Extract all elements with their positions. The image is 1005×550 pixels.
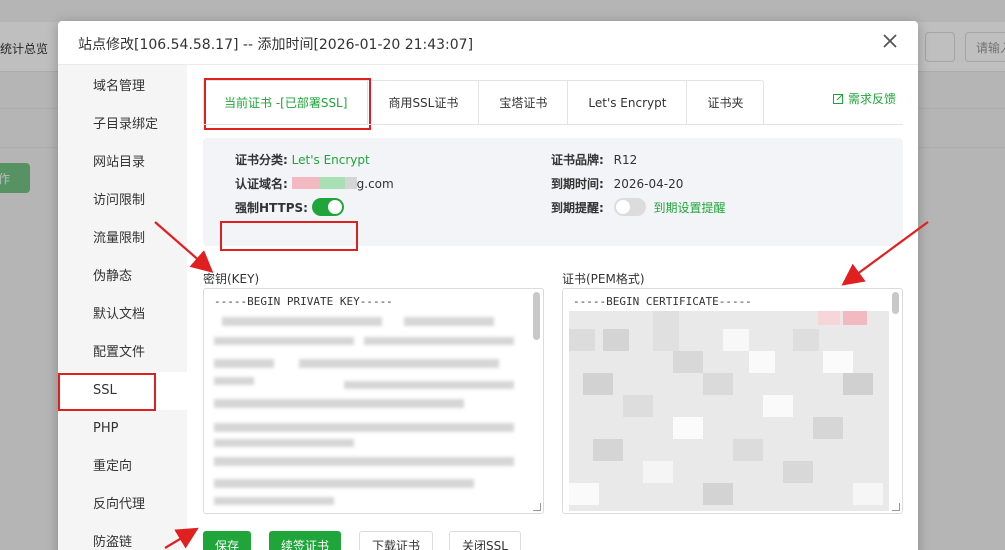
close-ssl-button[interactable]: 关闭SSL <box>449 531 521 550</box>
modal-title: 站点修改[106.54.58.17] -- 添加时间[2026-01-20 21… <box>78 37 474 53</box>
sidebar-item-traffic-limit[interactable]: 流量限制 <box>58 220 187 258</box>
highlight-box-force-https <box>220 221 358 251</box>
tab-lets-encrypt[interactable]: Let's Encrypt <box>568 81 688 125</box>
redacted-block <box>291 177 320 189</box>
force-https-row: 强制HTTPS: <box>235 198 344 216</box>
sidebar-item-subdir[interactable]: 子目录绑定 <box>58 106 187 144</box>
modal-header: 站点修改[106.54.58.17] -- 添加时间[2026-01-20 21… <box>58 21 918 65</box>
sidebar-item-php[interactable]: PHP <box>58 410 187 448</box>
cert-first-line: -----BEGIN CERTIFICATE----- <box>573 295 752 308</box>
expire-remind-label: 到期提醒: <box>551 201 604 215</box>
private-key-textarea[interactable]: -----BEGIN PRIVATE KEY----- <box>203 288 544 514</box>
cert-resize-handle[interactable] <box>892 503 900 511</box>
sidebar-item-ssl[interactable]: SSL <box>58 372 187 411</box>
tab-divider <box>203 124 903 125</box>
tab-current-cert[interactable]: 当前证书 -[已部署SSL] <box>204 78 372 130</box>
cert-field-label: 证书(PEM格式) <box>562 272 645 286</box>
key-resize-handle[interactable] <box>533 503 541 511</box>
redacted-block <box>344 177 357 189</box>
cert-category-row: 证书分类: Let's Encrypt <box>235 151 370 168</box>
cert-expire-row: 到期时间: 2026-04-20 <box>551 175 683 192</box>
save-button[interactable]: 保存 <box>203 531 252 550</box>
expire-remind-toggle[interactable] <box>613 198 646 216</box>
expire-remind-row: 到期提醒: 到期设置提醒 <box>551 198 725 216</box>
sidebar-item-hotlink[interactable]: 防盗链 <box>58 524 187 550</box>
force-https-toggle[interactable] <box>311 198 344 216</box>
site-edit-modal: 站点修改[106.54.58.17] -- 添加时间[2026-01-20 21… <box>58 21 918 550</box>
feedback-link[interactable]: 需求反馈 <box>833 90 896 107</box>
key-first-line: -----BEGIN PRIVATE KEY----- <box>214 295 393 308</box>
cert-scrollbar[interactable] <box>892 292 899 314</box>
expire-remind-link[interactable]: 到期设置提醒 <box>653 201 725 215</box>
sidebar-item-rewrite[interactable]: 伪静态 <box>58 258 187 296</box>
cert-brand-row: 证书品牌: R12 <box>551 151 637 168</box>
certificate-textarea[interactable]: -----BEGIN CERTIFICATE----- <box>562 288 903 514</box>
close-icon[interactable] <box>880 31 900 51</box>
sidebar-item-default-doc[interactable]: 默认文档 <box>58 296 187 334</box>
renew-cert-button[interactable]: 续签证书 <box>269 531 342 550</box>
cert-domain-label: 认证域名: <box>235 177 288 191</box>
edit-icon <box>833 92 848 106</box>
sidebar-item-access-limit[interactable]: 访问限制 <box>58 182 187 220</box>
cert-expire-label: 到期时间: <box>551 177 604 191</box>
tab-cert-folder[interactable]: 证书夹 <box>687 81 763 125</box>
tab-commercial-ssl[interactable]: 商用SSL证书 <box>368 81 480 125</box>
cert-category-label: 证书分类: <box>235 153 288 167</box>
sidebar-item-site-dir[interactable]: 网站目录 <box>58 144 187 182</box>
cert-expire-value: 2026-04-20 <box>613 177 684 191</box>
feedback-label: 需求反馈 <box>847 92 896 106</box>
cert-brand-label: 证书品牌: <box>551 153 604 167</box>
tab-bt-cert[interactable]: 宝塔证书 <box>479 81 569 125</box>
cert-domain-value: g.com <box>356 177 394 191</box>
key-field-label: 密钥(KEY) <box>203 272 260 286</box>
redacted-block <box>319 177 345 189</box>
cert-domain-row: 认证域名: g.com <box>235 175 394 192</box>
sidebar-item-redirect[interactable]: 重定向 <box>58 448 187 486</box>
sidebar-item-domain[interactable]: 域名管理 <box>58 68 187 106</box>
ssl-tabs: 当前证书 -[已部署SSL] 商用SSL证书 宝塔证书 Let's Encryp… <box>203 78 765 130</box>
sidebar-item-config[interactable]: 配置文件 <box>58 334 187 372</box>
cert-category-value: Let's Encrypt <box>291 153 370 167</box>
ssl-panel: 当前证书 -[已部署SSL] 商用SSL证书 宝塔证书 Let's Encryp… <box>203 65 903 550</box>
force-https-label: 强制HTTPS: <box>235 201 308 215</box>
sidebar-item-reverse-proxy[interactable]: 反向代理 <box>58 486 187 524</box>
sidebar: 域名管理 子目录绑定 网站目录 访问限制 流量限制 伪静态 默认文档 配置文件 … <box>58 65 187 550</box>
cert-brand-value: R12 <box>613 153 638 167</box>
download-cert-button[interactable]: 下载证书 <box>359 531 434 550</box>
key-scrollbar[interactable] <box>533 292 540 340</box>
